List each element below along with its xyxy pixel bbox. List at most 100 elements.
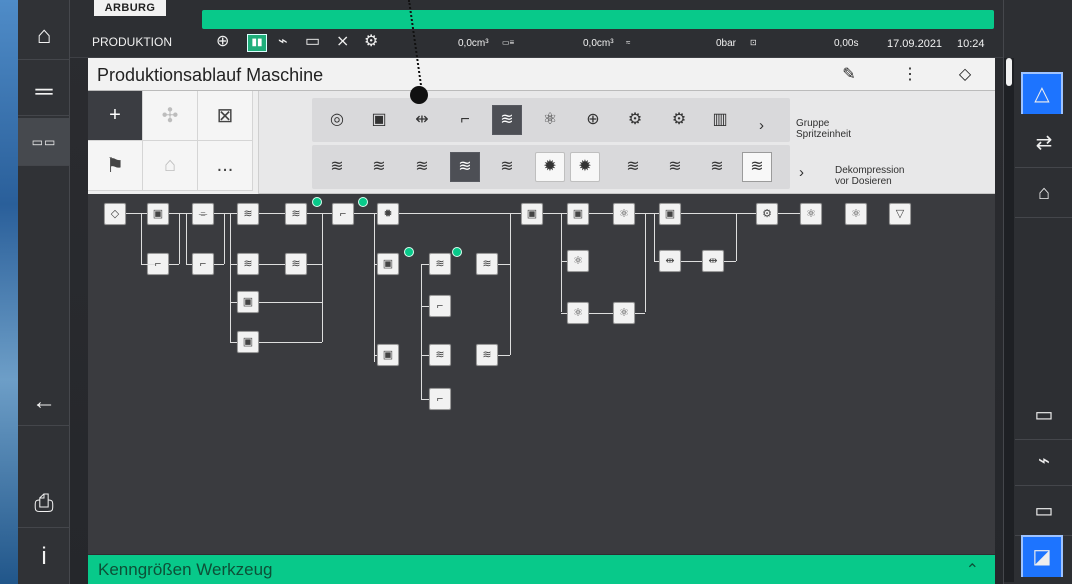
robot-cluster-node-4[interactable]: ⚛ — [613, 302, 635, 324]
add-sequence-button[interactable]: + — [88, 91, 143, 141]
screw-node-2[interactable]: ≋ — [237, 253, 259, 275]
start-node[interactable]: ◇ — [104, 203, 126, 225]
more-icon: ... — [216, 154, 234, 176]
screw-forward-node-1[interactable]: ≋ — [476, 253, 498, 275]
screw-back-node-1[interactable]: ≋ — [237, 203, 259, 225]
machine-icon: ▭▭ — [31, 134, 57, 149]
retract-node-2[interactable]: ⌐ — [192, 253, 214, 275]
inject-a-node[interactable]: ▣ — [147, 203, 169, 225]
robot-group-tool[interactable]: ⚛ — [535, 105, 565, 135]
valve-node[interactable]: ⚙ — [756, 203, 778, 225]
bottom-collapse-icon[interactable]: ⌃ — [966, 560, 979, 580]
home-button[interactable]: ⌂ — [18, 12, 70, 60]
section-title: PRODUKTION — [92, 35, 173, 49]
robot-node-2[interactable]: ▣ — [237, 331, 259, 353]
robot-end-node-1[interactable]: ⚛ — [800, 203, 822, 225]
inject-a2-node[interactable]: ▣ — [659, 203, 681, 225]
workflow-button[interactable]: ⌁ — [1015, 436, 1072, 486]
delete-tool-button[interactable]: ⊠ — [198, 91, 253, 141]
tree-button[interactable]: ⋮ — [891, 63, 929, 85]
robot-cluster-node-2[interactable]: ⚛ — [567, 302, 589, 324]
double-screw-arrow-tool[interactable]: ≋ — [742, 152, 772, 182]
screw-back-tool[interactable]: ≋ — [322, 152, 352, 182]
double-screw-rotate-tool[interactable]: ≋ — [702, 152, 732, 182]
pump-tool[interactable]: ⚙ — [664, 105, 694, 135]
screw-node-3[interactable]: ≋ — [285, 203, 307, 225]
screw-forward-tool[interactable]: ≋ — [364, 152, 394, 182]
robot-node-4[interactable]: ▣ — [377, 344, 399, 366]
nozzle-forward-node[interactable]: ⌯ — [192, 203, 214, 225]
robot-cluster-node-1[interactable]: ⚛ — [567, 250, 589, 272]
gate-node[interactable]: ⌐ — [332, 203, 354, 225]
screw-node-4[interactable]: ≋ — [285, 253, 307, 275]
nozzle-node-2[interactable]: ⇹ — [659, 250, 681, 272]
signal-button[interactable]: ⇄ — [1015, 118, 1072, 168]
clock-readout: 10:24 — [957, 38, 985, 50]
conveyor-icon: ▭ — [1034, 403, 1054, 426]
inject-b2-node[interactable]: ▣ — [567, 203, 589, 225]
machine-layout-button[interactable]: ⌂ — [143, 141, 198, 191]
retract-node-3[interactable]: ⌐ — [429, 295, 451, 317]
rotation-node-1[interactable]: ≋ — [429, 253, 451, 275]
collapse-button[interactable]: ◇ — [946, 63, 984, 85]
robot-mode-button[interactable]: △ — [1021, 72, 1063, 114]
robot-node-3[interactable]: ▣ — [377, 253, 399, 275]
heater-alt-tool[interactable]: ✹ — [570, 152, 600, 182]
screw-forward-node-2[interactable]: ≋ — [476, 344, 498, 366]
inject-b-node[interactable]: ▣ — [521, 203, 543, 225]
nozzle-node-3[interactable]: ⇹ — [702, 250, 724, 272]
conveyor-button[interactable]: ▭ — [1015, 390, 1072, 440]
table-tool[interactable]: ▥ — [705, 105, 735, 135]
robot-icon[interactable]: ⌁ — [278, 34, 288, 50]
robot-node-1[interactable]: ▣ — [237, 291, 259, 313]
edit-button[interactable]: ✎ — [830, 63, 868, 85]
double-screw-forward-tool[interactable]: ≋ — [660, 152, 690, 182]
selected-chart-button[interactable]: ◪ — [1021, 535, 1063, 577]
stop-node[interactable]: ▽ — [889, 203, 911, 225]
display-button[interactable]: ▭ — [1015, 486, 1072, 536]
main-scrollbar[interactable] — [1004, 58, 1014, 582]
unit-icon[interactable]: ▭ — [305, 34, 320, 50]
info-button[interactable]: i — [18, 533, 70, 581]
temperature-tool[interactable]: ⊕ — [578, 105, 608, 135]
back-button[interactable]: ← — [18, 378, 70, 426]
eject-tool[interactable]: ⌐ — [450, 105, 480, 135]
selected-decompression-tool[interactable]: ≋ — [450, 152, 480, 182]
screw-rotate-tool[interactable]: ≋ — [407, 152, 437, 182]
status-strip — [202, 10, 994, 29]
flag-button[interactable]: ⚑ — [88, 141, 143, 191]
valve-tool[interactable]: ⚙ — [620, 105, 650, 135]
tool-icon[interactable]: ⨯ — [336, 34, 349, 50]
rotation-node-2[interactable]: ≋ — [429, 344, 451, 366]
machine-overview-button[interactable]: ▭▭ — [18, 118, 70, 166]
injection-tool[interactable]: ▣ — [364, 105, 394, 135]
robot-end-node-2[interactable]: ⚛ — [845, 203, 867, 225]
status-badge-1 — [312, 197, 322, 207]
heater-node-1[interactable]: ✹ — [377, 203, 399, 225]
robot-cluster-node-3[interactable]: ⚛ — [613, 203, 635, 225]
toolbar-row-2: ≋ ≋ ≋ ≋ ≋ ✹ ✹ ≋ ≋ ≋ ≋ › Dekompression vo… — [312, 145, 904, 189]
panel-header: Produktionsablauf Maschine ✎ ⋮ ◇ — [88, 58, 995, 91]
menu-button[interactable]: ═ — [18, 68, 70, 116]
print-button[interactable]: ⎙ — [18, 480, 70, 528]
selected-screw-tool[interactable]: ≋ — [492, 105, 522, 135]
globe-icon[interactable]: ⊕ — [216, 34, 229, 50]
scrollbar-thumb[interactable] — [1006, 58, 1012, 86]
bottom-panel-header[interactable]: Kenngrößen Werkzeug ⌃ — [88, 555, 995, 584]
camera-button[interactable]: ⌂ — [1015, 168, 1072, 218]
active-production-icon[interactable]: ▮▮ — [247, 34, 267, 52]
group-2-chevron-icon: › — [799, 164, 804, 181]
screw-arrow-tool[interactable]: ≋ — [492, 152, 522, 182]
heater-tool[interactable]: ✹ — [535, 152, 565, 182]
nozzle-tool[interactable]: ⇹ — [407, 105, 437, 135]
retract-node-4[interactable]: ⌐ — [429, 388, 451, 410]
move-tool-button[interactable]: ✣ — [143, 91, 198, 141]
dosing-volume-readout: 0,0cm³ — [583, 38, 614, 49]
spiral-tool[interactable]: ◎ — [322, 105, 352, 135]
double-screw-tool[interactable]: ≋ — [618, 152, 648, 182]
move-icon: ✣ — [161, 105, 179, 127]
pressure-icon: ⊡ — [750, 38, 757, 47]
pencil-icon: ✎ — [842, 66, 856, 83]
more-options-button[interactable]: ... — [198, 141, 253, 191]
nozzle-icon[interactable]: ⚙ — [364, 34, 378, 50]
